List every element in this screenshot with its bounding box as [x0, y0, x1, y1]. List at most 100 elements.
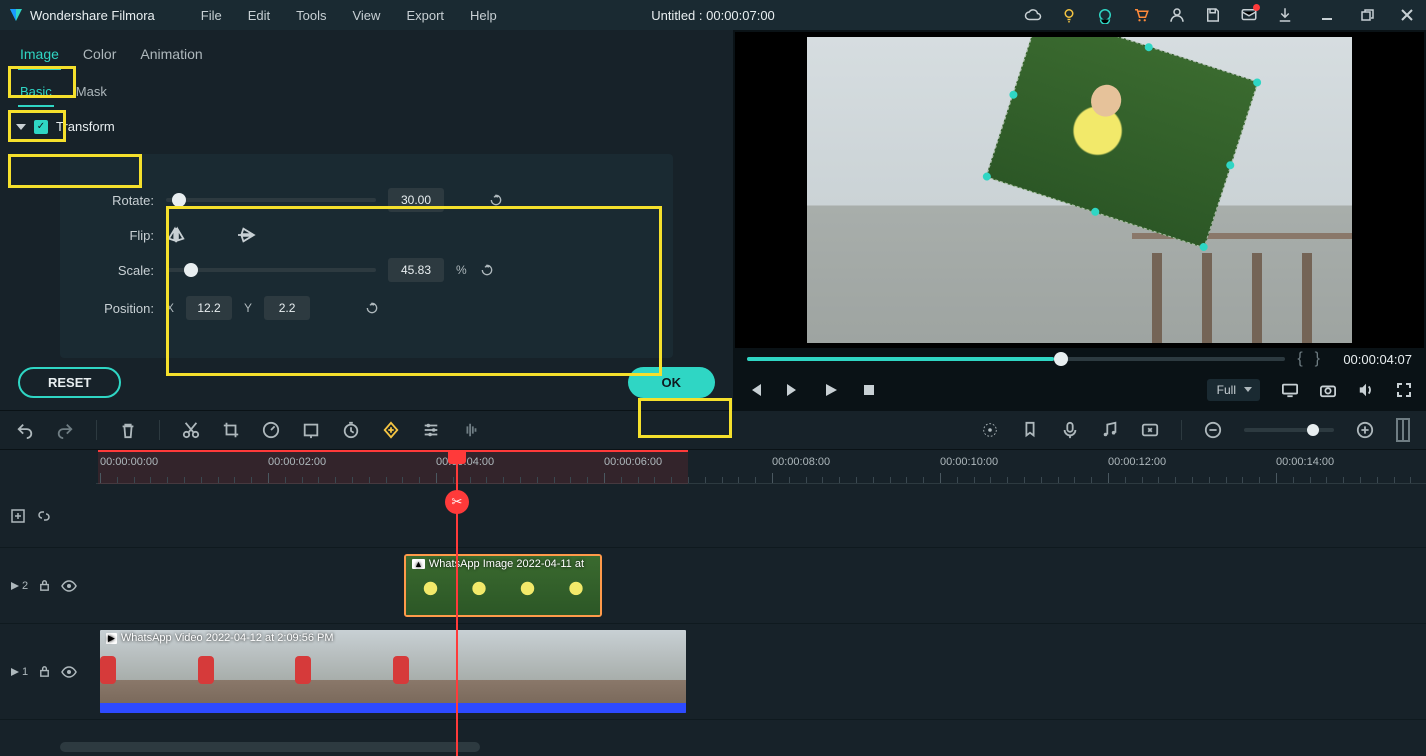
tab-animation[interactable]: Animation — [138, 42, 204, 70]
position-reset-icon[interactable] — [364, 300, 380, 316]
position-x-input[interactable]: 12.2 — [186, 296, 232, 320]
duration-icon[interactable] — [342, 421, 360, 439]
keyframe-icon[interactable] — [382, 421, 400, 439]
transform-checkbox[interactable]: ✓ — [34, 120, 48, 134]
section-transform-header[interactable]: ✓ Transform — [0, 107, 733, 146]
project-title: Untitled : 00:00:07:00 — [651, 8, 775, 23]
idea-icon[interactable] — [1060, 6, 1078, 24]
clip-video[interactable]: ▶WhatsApp Video 2022-04-12 at 2:09:56 PM — [98, 628, 688, 715]
track-lock-icon[interactable] — [38, 665, 51, 678]
speed-icon[interactable] — [262, 421, 280, 439]
mark-out-icon[interactable]: } — [1315, 350, 1320, 368]
zoom-slider[interactable] — [1244, 428, 1334, 432]
ruler-tick: 00:00:00:00 — [100, 456, 158, 468]
menu-export[interactable]: Export — [396, 4, 454, 27]
track-2-label: 2 — [22, 580, 28, 592]
messages-icon[interactable] — [1240, 6, 1258, 24]
cart-icon[interactable] — [1132, 6, 1150, 24]
chevron-down-icon[interactable] — [16, 124, 26, 130]
snapshot-icon[interactable] — [1320, 382, 1336, 398]
position-y-label: Y — [244, 301, 252, 315]
menu-tools[interactable]: Tools — [286, 4, 336, 27]
redo-icon[interactable] — [56, 421, 74, 439]
marker-icon[interactable] — [1021, 421, 1039, 439]
freeze-icon[interactable] — [302, 421, 320, 439]
scale-unit: % — [456, 263, 467, 277]
zoom-out-icon[interactable] — [1204, 421, 1222, 439]
download-icon[interactable] — [1276, 6, 1294, 24]
account-icon[interactable] — [1168, 6, 1186, 24]
cloud-icon[interactable] — [1024, 6, 1042, 24]
transform-properties-box: Rotate: 30.00 Flip: Scale: 45.83 % Pos — [60, 154, 673, 358]
fullscreen-icon[interactable] — [1396, 382, 1412, 398]
ok-button[interactable]: OK — [628, 367, 716, 398]
menu-edit[interactable]: Edit — [238, 4, 280, 27]
timeline-ruler[interactable]: 00:00:00:0000:00:02:0000:00:04:0000:00:0… — [96, 450, 1426, 484]
volume-icon[interactable] — [1358, 382, 1374, 398]
save-icon[interactable] — [1204, 6, 1222, 24]
undo-icon[interactable] — [16, 421, 34, 439]
subtab-mask[interactable]: Mask — [74, 80, 109, 107]
flip-horizontal-icon[interactable] — [166, 226, 188, 244]
subtab-basic[interactable]: Basic — [18, 80, 54, 107]
delete-icon[interactable] — [119, 421, 137, 439]
scissors-icon[interactable]: ✂ — [445, 490, 469, 514]
mic-icon[interactable] — [1061, 421, 1079, 439]
rotate-value-input[interactable]: 30.00 — [388, 188, 444, 212]
track-visibility-icon[interactable] — [61, 580, 77, 592]
timeline-horizontal-scrollbar[interactable] — [60, 742, 480, 752]
tab-image[interactable]: Image — [18, 42, 61, 70]
mix-icon[interactable] — [1141, 421, 1159, 439]
scale-reset-icon[interactable] — [479, 262, 495, 278]
mark-in-icon[interactable]: { — [1297, 350, 1302, 368]
preview-panel: { } 00:00:04:07 Full — [733, 30, 1426, 410]
play-icon[interactable] — [823, 382, 839, 398]
scale-value-input[interactable]: 45.83 — [388, 258, 444, 282]
app-brand-label: Wondershare Filmora — [30, 8, 155, 23]
clip-image[interactable]: ▲WhatsApp Image 2022-04-11 at — [404, 554, 602, 617]
prev-frame-icon[interactable] — [747, 382, 763, 398]
position-x-label: X — [166, 301, 174, 315]
menu-view[interactable]: View — [342, 4, 390, 27]
playhead[interactable]: ✂ — [456, 450, 458, 756]
audio-wave-icon[interactable] — [462, 421, 480, 439]
menu-file[interactable]: File — [191, 4, 232, 27]
preview-viewport[interactable] — [735, 32, 1424, 348]
flip-vertical-icon[interactable] — [236, 226, 258, 244]
add-track-icon[interactable] — [10, 508, 26, 524]
music-icon[interactable] — [1101, 421, 1119, 439]
zoom-fit-icon[interactable] — [1396, 418, 1410, 442]
selection-range — [98, 450, 688, 484]
window-minimize-icon[interactable] — [1320, 8, 1334, 22]
position-label: Position: — [84, 301, 154, 316]
support-icon[interactable] — [1096, 6, 1114, 24]
tab-color[interactable]: Color — [81, 42, 118, 70]
menu-help[interactable]: Help — [460, 4, 507, 27]
render-icon[interactable] — [981, 421, 999, 439]
ruler-tick: 00:00:08:00 — [772, 456, 830, 468]
stop-icon[interactable] — [861, 382, 877, 398]
position-y-input[interactable]: 2.2 — [264, 296, 310, 320]
display-icon[interactable] — [1282, 382, 1298, 398]
properties-panel: Image Color Animation Basic Mask ✓ Trans… — [0, 30, 733, 410]
zoom-in-icon[interactable] — [1356, 421, 1374, 439]
preview-progress-bar[interactable] — [747, 357, 1285, 361]
scale-slider[interactable] — [166, 268, 376, 272]
ruler-tick: 00:00:02:00 — [268, 456, 326, 468]
link-track-icon[interactable] — [36, 508, 52, 524]
track-2: 2 ▲WhatsApp Image 2022-04-11 at — [0, 548, 1426, 624]
window-close-icon[interactable] — [1400, 8, 1414, 22]
window-restore-icon[interactable] — [1360, 8, 1374, 22]
ruler-tick: 00:00:10:00 — [940, 456, 998, 468]
crop-icon[interactable] — [222, 421, 240, 439]
rotate-slider[interactable] — [166, 198, 376, 202]
track-visibility-icon[interactable] — [61, 666, 77, 678]
preview-quality-dropdown[interactable]: Full — [1207, 379, 1260, 401]
transform-label: Transform — [56, 119, 115, 134]
reset-button[interactable]: RESET — [18, 367, 121, 398]
next-frame-icon[interactable] — [785, 382, 801, 398]
track-lock-icon[interactable] — [38, 579, 51, 592]
cut-icon[interactable] — [182, 421, 200, 439]
adjust-icon[interactable] — [422, 421, 440, 439]
rotate-reset-icon[interactable] — [488, 192, 504, 208]
